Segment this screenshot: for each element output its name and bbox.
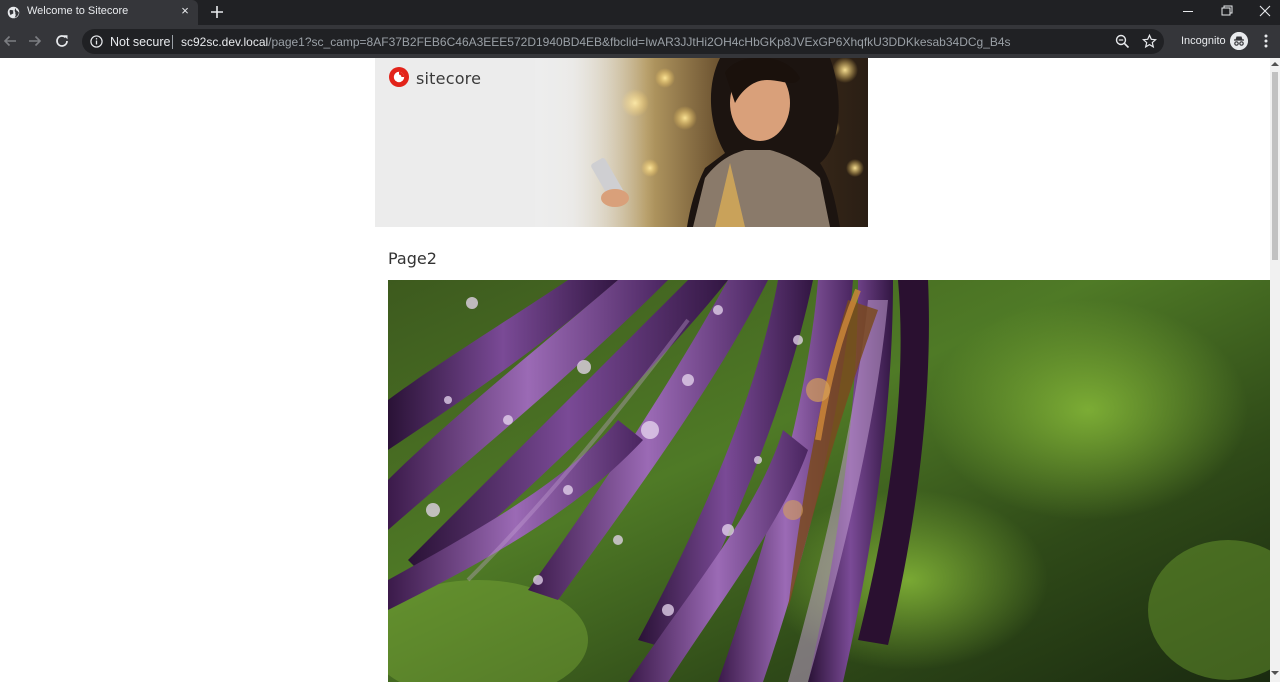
security-status[interactable]: Not secure <box>110 35 170 49</box>
restore-icon[interactable] <box>1216 3 1236 19</box>
new-tab-button[interactable] <box>209 4 225 20</box>
url-text[interactable]: sc92sc.dev.local/page1?sc_camp=8AF37B2FE… <box>181 35 1011 49</box>
page-title: Page2 <box>388 249 437 268</box>
forward-arrow-icon[interactable] <box>27 33 43 49</box>
address-bar[interactable]: Not secure sc92sc.dev.local/page1?sc_cam… <box>82 29 1164 54</box>
scrollbar-thumb[interactable] <box>1272 72 1278 260</box>
scroll-down-icon[interactable] <box>1271 670 1279 676</box>
flower-photo <box>388 280 1272 682</box>
sitecore-logo[interactable]: sitecore <box>388 66 508 90</box>
page-viewport: sitecore Page2 <box>0 58 1280 682</box>
tab-title: Welcome to Sitecore <box>27 5 129 17</box>
incognito-label: Incognito <box>1181 35 1226 47</box>
info-icon[interactable] <box>90 35 103 48</box>
reload-icon[interactable] <box>54 33 70 49</box>
url-path: /page1?sc_camp=8AF37B2FEB6C46A3EEE572D19… <box>268 35 1011 49</box>
flower-image <box>388 280 1272 682</box>
star-icon[interactable] <box>1142 34 1157 49</box>
url-host: sc92sc.dev.local <box>181 35 269 49</box>
minimize-icon[interactable] <box>1178 3 1198 19</box>
scroll-up-icon[interactable] <box>1271 61 1279 67</box>
browser-toolbar: Not secure sc92sc.dev.local/page1?sc_cam… <box>0 25 1280 58</box>
close-icon[interactable] <box>1255 3 1275 19</box>
zoom-icon[interactable] <box>1115 34 1130 49</box>
browser-tab[interactable]: Welcome to Sitecore × <box>0 0 198 25</box>
tab-close-button[interactable]: × <box>179 4 191 17</box>
tab-strip: Welcome to Sitecore × <box>0 0 1280 25</box>
sitecore-logo-icon <box>389 67 409 87</box>
header-banner: sitecore <box>375 58 868 227</box>
incognito-icon[interactable] <box>1230 32 1248 50</box>
back-arrow-icon[interactable] <box>2 33 18 49</box>
address-divider <box>172 35 173 49</box>
page-scrollbar[interactable] <box>1270 58 1280 682</box>
kebab-menu-icon[interactable] <box>1258 33 1274 49</box>
globe-icon <box>7 6 20 19</box>
logo-wordmark: sitecore <box>416 69 482 88</box>
